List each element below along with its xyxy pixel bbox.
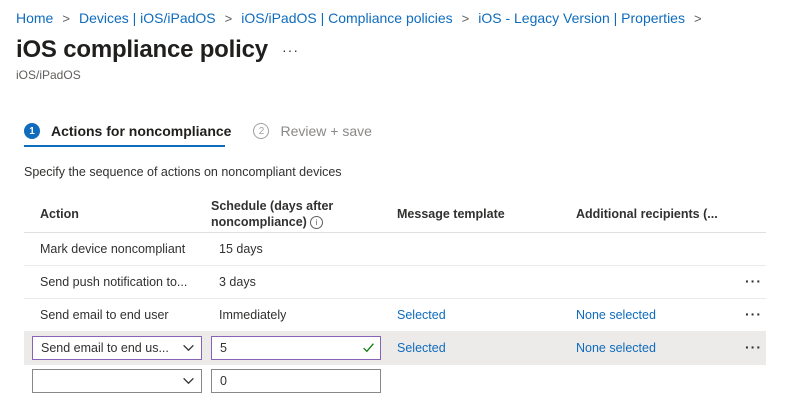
column-header-action: Action <box>40 207 79 221</box>
new-schedule-days-input[interactable]: 0 <box>211 369 381 393</box>
chevron-down-icon <box>183 344 194 352</box>
chevron-down-icon <box>183 377 194 385</box>
schedule-days-value: 5 <box>220 341 227 355</box>
row-more-options-icon[interactable]: ··· <box>745 266 762 298</box>
page-title: iOS compliance policy <box>16 36 268 63</box>
breadcrumb-separator: > <box>62 10 70 26</box>
step-actions-for-noncompliance[interactable]: 1 Actions for noncompliance <box>24 120 231 142</box>
noncompliance-actions-table: Action Schedule (days after noncomplianc… <box>24 196 766 397</box>
info-icon[interactable]: i <box>309 216 323 230</box>
breadcrumb-separator: > <box>693 10 702 26</box>
row-more-options-icon[interactable]: ··· <box>745 332 762 364</box>
action-cell: Mark device noncompliant <box>40 242 186 256</box>
breadcrumb-devices-ios[interactable]: Devices | iOS/iPadOS <box>79 10 216 26</box>
schedule-days-input[interactable]: 5 <box>211 336 381 360</box>
schedule-cell: Immediately <box>219 308 287 322</box>
new-action-dropdown[interactable] <box>32 369 202 393</box>
additional-recipients-link[interactable]: None selected <box>576 299 656 331</box>
step-review-save[interactable]: 2 Review + save <box>253 120 372 142</box>
column-header-schedule-line2: noncompliance) <box>211 215 307 229</box>
breadcrumb-policy-properties[interactable]: iOS - Legacy Version | Properties <box>478 10 685 26</box>
table-header: Action Schedule (days after noncomplianc… <box>24 196 766 233</box>
checkmark-icon <box>363 343 374 353</box>
step-number-1: 1 <box>24 123 40 139</box>
breadcrumb: Home > Devices | iOS/iPadOS > iOS/iPadOS… <box>16 10 711 26</box>
step-number-2: 2 <box>253 123 270 139</box>
wizard-steps: 1 Actions for noncompliance 2 Review + s… <box>24 120 394 142</box>
step-label: Actions for noncompliance <box>51 123 232 139</box>
table-row-new[interactable]: 0 <box>24 365 766 397</box>
breadcrumb-compliance-policies[interactable]: iOS/iPadOS | Compliance policies <box>241 10 452 26</box>
breadcrumb-separator: > <box>224 10 233 26</box>
schedule-cell: 15 days <box>219 242 263 256</box>
active-step-indicator <box>24 145 225 147</box>
message-template-link[interactable]: Selected <box>397 299 446 331</box>
section-description: Specify the sequence of actions on nonco… <box>24 165 342 179</box>
table-row-editing[interactable]: Send email to end us... 5 Selected None … <box>24 332 766 365</box>
breadcrumb-home[interactable]: Home <box>16 10 53 26</box>
action-dropdown[interactable]: Send email to end us... <box>32 336 202 360</box>
row-more-options-icon[interactable]: ··· <box>745 299 762 331</box>
table-row[interactable]: Mark device noncompliant 15 days <box>24 233 766 266</box>
column-header-schedule: Schedule (days after noncompliance) i <box>211 198 333 230</box>
table-row[interactable]: Send push notification to... 3 days ··· <box>24 266 766 299</box>
breadcrumb-separator: > <box>461 10 470 26</box>
step-label: Review + save <box>280 123 372 139</box>
table-row[interactable]: Send email to end user Immediately Selec… <box>24 299 766 332</box>
action-cell: Send push notification to... <box>40 275 188 289</box>
message-template-link[interactable]: Selected <box>397 332 446 364</box>
new-schedule-days-value: 0 <box>220 374 227 388</box>
action-cell: Send email to end user <box>40 308 169 322</box>
page-subtitle: iOS/iPadOS <box>16 68 81 82</box>
schedule-cell: 3 days <box>219 275 256 289</box>
column-header-message-template: Message template <box>397 207 505 221</box>
additional-recipients-link[interactable]: None selected <box>576 332 656 364</box>
column-header-additional-recipients: Additional recipients (... <box>576 207 718 221</box>
column-header-schedule-line1: Schedule (days after <box>211 199 334 213</box>
more-options-icon[interactable]: ··· <box>282 42 299 58</box>
action-dropdown-value: Send email to end us... <box>41 341 169 355</box>
